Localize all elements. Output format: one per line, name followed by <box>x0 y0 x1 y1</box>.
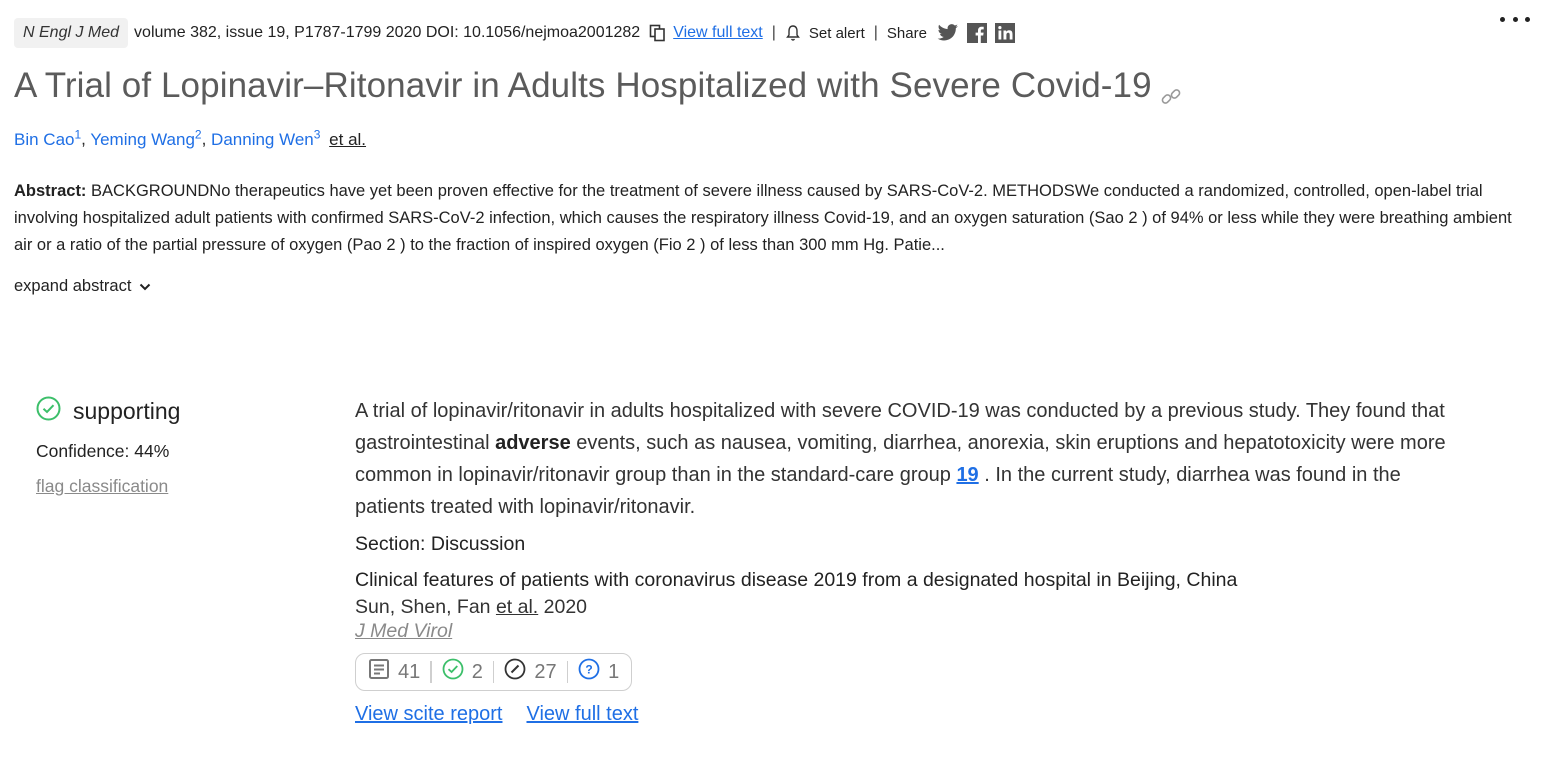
citing-paper-title: Clinical features of patients with coron… <box>355 569 1238 591</box>
twitter-icon[interactable] <box>937 24 959 42</box>
author-link[interactable]: Yeming Wang2 <box>90 127 202 149</box>
mentioning-count: 27 <box>504 658 557 686</box>
separator: | <box>771 24 776 41</box>
citing-et-al-link[interactable]: et al. <box>496 596 538 618</box>
social-share-group <box>937 23 1015 43</box>
author-link[interactable]: Bin Cao1 <box>14 127 82 149</box>
question-circle-icon: ? <box>578 658 600 686</box>
mentioning-icon <box>504 658 526 686</box>
view-scite-report-link[interactable]: View scite report <box>355 703 502 726</box>
supporting-count: 2 <box>442 658 483 686</box>
classification-label: supporting <box>73 398 181 424</box>
link-icon[interactable] <box>1160 77 1182 104</box>
check-circle-icon <box>442 658 464 686</box>
citation-snippet: A trial of lopinavir/ritonavir in adults… <box>355 395 1465 523</box>
snippet-highlight: adverse <box>495 432 571 454</box>
flag-classification-link[interactable]: flag classification <box>36 476 168 497</box>
citation-actions: View scite report View full text <box>355 703 1465 726</box>
author-list: Bin Cao1, Yeming Wang2, Danning Wen3 et … <box>14 127 367 149</box>
check-circle-icon <box>36 396 61 427</box>
chevron-down-icon <box>139 277 151 296</box>
supporting-value: 2 <box>471 660 483 683</box>
article-title: A Trial of Lopinavir–Ritonavir in Adults… <box>14 66 1182 106</box>
author-name: Bin Cao <box>14 129 75 149</box>
publications-count: 41 <box>368 658 420 686</box>
document-icon <box>368 658 390 686</box>
view-full-text-link[interactable]: View full text <box>673 24 763 42</box>
expand-abstract-button[interactable]: expand abstract <box>14 277 151 296</box>
more-options-icon[interactable] <box>1500 10 1530 28</box>
abstract-text: BACKGROUNDNo therapeutics have yet been … <box>14 182 1512 254</box>
mentioning-value: 27 <box>534 660 557 683</box>
journal-badge[interactable]: N Engl J Med <box>14 18 129 48</box>
author-affiliation: 1 <box>74 127 82 141</box>
bell-icon[interactable] <box>785 24 801 42</box>
dot <box>1525 16 1530 22</box>
contrasting-value: 1 <box>608 660 620 683</box>
citation-info: volume 382, issue 19, P1787-1799 2020 DO… <box>134 24 641 41</box>
author-affiliation: 2 <box>194 127 202 141</box>
svg-text:?: ? <box>585 663 592 677</box>
section-label: Section: Discussion <box>355 533 526 555</box>
et-al-link[interactable]: et al. <box>329 130 366 149</box>
share-label: Share <box>886 24 927 42</box>
citation-tally[interactable]: 41 2 27 ? 1 <box>355 653 633 691</box>
set-alert-button[interactable]: Set alert <box>809 25 865 42</box>
divider <box>430 661 432 683</box>
citing-journal-link[interactable]: J Med Virol <box>355 620 452 643</box>
reference-link[interactable]: 19 <box>956 464 978 486</box>
author-affiliation: 3 <box>313 127 321 141</box>
publications-value: 41 <box>398 660 421 683</box>
author-name: Danning Wen <box>211 129 314 149</box>
citation-statement: A trial of lopinavir/ritonavir in adults… <box>355 395 1465 726</box>
abstract: Abstract: BACKGROUNDNo therapeutics have… <box>14 178 1514 259</box>
divider <box>492 661 495 683</box>
classification: supporting <box>36 396 326 427</box>
abstract-label: Abstract: <box>14 182 87 200</box>
divider <box>566 661 569 683</box>
confidence-score: Confidence: 44% <box>36 441 170 461</box>
copy-icon[interactable] <box>649 24 667 42</box>
separator: | <box>873 24 878 41</box>
citing-authors-names: Sun, Shen, Fan <box>355 596 491 618</box>
classification-panel: supporting Confidence: 44% flag classifi… <box>36 396 326 497</box>
linkedin-icon[interactable] <box>994 23 1015 43</box>
view-full-text-link[interactable]: View full text <box>526 703 638 726</box>
dot <box>1500 16 1505 22</box>
citing-year: 2020 <box>543 596 588 618</box>
facebook-icon[interactable] <box>966 23 987 43</box>
citing-paper-authors: Sun, Shen, Fan et al. 2020 <box>355 596 1465 619</box>
author-link[interactable]: Danning Wen3 <box>211 127 321 149</box>
author-name: Yeming Wang <box>90 129 195 149</box>
dot <box>1512 16 1518 22</box>
contrasting-count: ? 1 <box>578 658 619 686</box>
article-title-text: A Trial of Lopinavir–Ritonavir in Adults… <box>14 66 1152 105</box>
expand-abstract-label: expand abstract <box>14 277 132 295</box>
article-meta-row: N Engl J Med volume 382, issue 19, P1787… <box>14 17 1015 49</box>
